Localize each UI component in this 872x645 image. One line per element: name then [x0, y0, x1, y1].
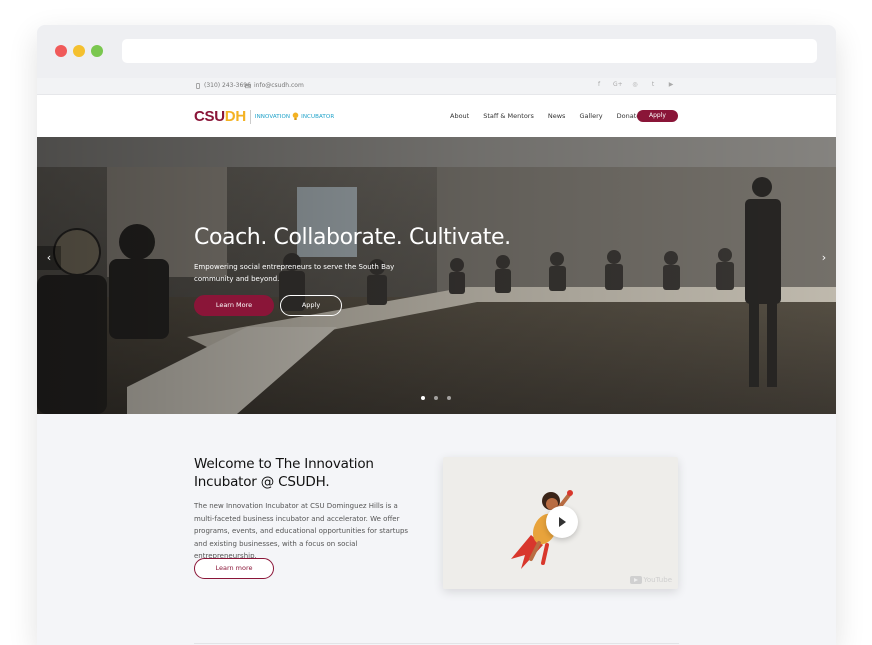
logo-tagline: INNOVATION INCUBATOR — [255, 112, 334, 121]
section-divider — [194, 643, 679, 644]
maximize-window-dot[interactable] — [91, 45, 103, 57]
youtube-watermark: YouTube — [629, 576, 672, 584]
close-window-dot[interactable] — [55, 45, 67, 57]
nav-item-staff-mentors[interactable]: Staff & Mentors — [483, 112, 534, 120]
logo-divider — [249, 109, 251, 124]
nav-item-gallery[interactable]: Gallery — [579, 112, 602, 120]
nav-apply-button[interactable]: Apply — [637, 110, 678, 122]
slider-prev-arrow-icon[interactable]: ‹ — [37, 246, 61, 270]
logo-dh: DH — [224, 108, 246, 125]
slider-next-arrow-icon[interactable]: › — [812, 246, 836, 270]
contact-topbar: (310) 243-3696 info@csudh.com f G+ ◎ t ▶ — [37, 78, 836, 95]
logo-incubator: INCUBATOR — [301, 113, 335, 120]
logo-innovation: INNOVATION — [254, 113, 291, 120]
phone-number: (310) 243-3696 — [204, 82, 251, 89]
hero-apply-button[interactable]: Apply — [280, 295, 342, 316]
slider-pagination — [421, 396, 451, 400]
minimize-window-dot[interactable] — [73, 45, 85, 57]
browser-chrome — [37, 25, 836, 78]
instagram-icon[interactable]: ◎ — [631, 81, 639, 89]
twitter-icon[interactable]: t — [649, 81, 657, 89]
mail-icon — [245, 83, 251, 88]
phone-icon — [196, 82, 200, 89]
slider-dot-1[interactable] — [421, 396, 425, 400]
hero-background-photo — [37, 137, 836, 414]
facebook-icon[interactable]: f — [595, 81, 603, 89]
main-navbar: CSU DH INNOVATION INCUBATOR About Staff &… — [37, 95, 836, 137]
welcome-section: Welcome to The Innovation Incubator @ CS… — [194, 455, 408, 563]
hero-subtitle: Empowering social entrepreneurs to serve… — [194, 263, 395, 283]
welcome-learn-more-button[interactable]: Learn more — [194, 558, 274, 579]
welcome-heading: Welcome to The Innovation Incubator @ CS… — [194, 456, 374, 490]
google-plus-icon[interactable]: G+ — [613, 81, 623, 89]
hero-slider: Coach. Collaborate. Cultivate. Empowerin… — [37, 137, 836, 414]
web-page: (310) 243-3696 info@csudh.com f G+ ◎ t ▶… — [37, 78, 836, 645]
lightbulb-icon — [292, 112, 299, 120]
address-bar[interactable] — [122, 39, 817, 63]
welcome-body: The new Innovation Incubator at CSU Domi… — [194, 502, 409, 560]
social-links: f G+ ◎ t ▶ — [595, 81, 675, 89]
video-play-button[interactable] — [546, 506, 578, 538]
nav-item-news[interactable]: News — [548, 112, 566, 120]
logo-csu: CSU — [194, 108, 225, 125]
slider-dot-3[interactable] — [447, 396, 451, 400]
intro-video[interactable]: YouTube — [443, 457, 678, 589]
youtube-watermark-label: YouTube — [643, 576, 672, 584]
phone-contact[interactable]: (310) 243-3696 — [195, 82, 251, 89]
csudh-logo[interactable]: CSU DH INNOVATION INCUBATOR — [194, 108, 334, 125]
nav-item-about[interactable]: About — [450, 112, 469, 120]
email-contact[interactable]: info@csudh.com — [245, 82, 304, 89]
email-address: info@csudh.com — [254, 82, 304, 89]
browser-window: (310) 243-3696 info@csudh.com f G+ ◎ t ▶… — [37, 25, 836, 645]
hero-learn-more-button[interactable]: Learn More — [194, 295, 274, 316]
youtube-logo-icon — [629, 576, 642, 584]
hero-title: Coach. Collaborate. Cultivate. — [194, 225, 511, 250]
slider-dot-2[interactable] — [434, 396, 438, 400]
primary-nav: About Staff & Mentors News Gallery Donat… — [450, 112, 640, 120]
youtube-icon[interactable]: ▶ — [667, 81, 675, 89]
